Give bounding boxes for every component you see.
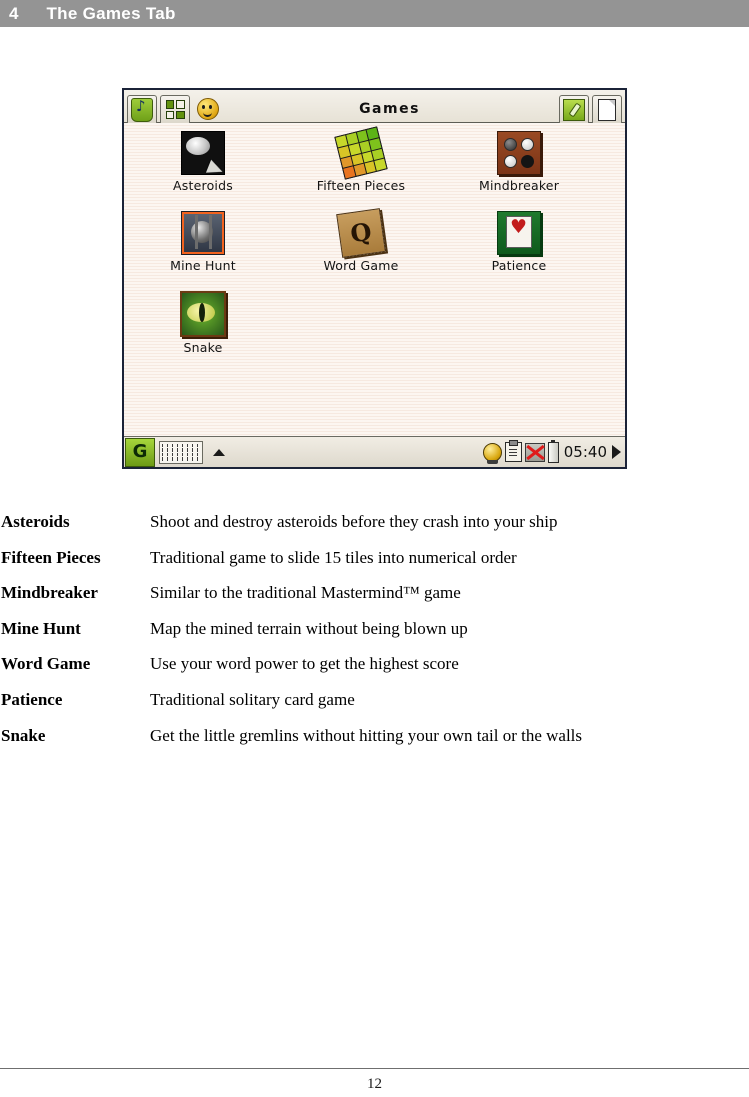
game-description: Traditional solitary card game: [150, 689, 355, 709]
list-item: Fifteen Pieces Traditional game to slide…: [0, 548, 749, 584]
right-arrow-icon[interactable]: [612, 445, 621, 459]
game-description-list: Asteroids Shoot and destroy asteroids be…: [0, 512, 749, 761]
list-item: Mindbreaker Similar to the traditional M…: [0, 583, 749, 619]
page-number: 12: [367, 1076, 382, 1092]
battery-icon[interactable]: [547, 439, 559, 463]
game-description: Get the little gremlins without hitting …: [150, 725, 583, 745]
device-toolbar: Games: [124, 90, 625, 123]
footer-divider: [0, 1068, 749, 1069]
page-title: The Games Tab: [46, 3, 176, 23]
app-item-word-game[interactable]: Q Word Game: [282, 208, 440, 291]
music-tab[interactable]: [127, 95, 157, 123]
device-screen: Games Asteroids Fifteen Pieces: [124, 90, 625, 467]
app-label: Word Game: [323, 258, 399, 273]
clipboard-icon[interactable]: [504, 440, 522, 462]
app-item-asteroids[interactable]: Asteroids: [124, 131, 282, 211]
wrench-icon: [563, 98, 585, 121]
game-description: Shoot and destroy asteroids before they …: [150, 512, 558, 531]
device-screenshot: Games Asteroids Fifteen Pieces: [122, 88, 627, 469]
new-document-button[interactable]: [592, 95, 622, 123]
chapter-number: 4: [9, 3, 19, 23]
game-name: Patience: [1, 689, 63, 709]
game-description: Map the mined terrain without being blow…: [150, 618, 468, 638]
app-row: Snake: [124, 291, 625, 371]
game-name: Mine Hunt: [1, 618, 81, 638]
toolbar-right-buttons: [556, 94, 622, 123]
list-item: Patience Traditional solitary card game: [0, 690, 749, 726]
document-icon: [598, 98, 616, 121]
start-button[interactable]: G: [125, 437, 155, 467]
patience-icon: [497, 211, 541, 255]
network-disconnected-icon[interactable]: [524, 442, 545, 462]
app-label: Fifteen Pieces: [316, 178, 406, 193]
clock[interactable]: 05:40: [564, 443, 607, 461]
game-name: Word Game: [1, 654, 91, 674]
app-item-patience[interactable]: Patience: [440, 211, 598, 291]
game-name: Asteroids: [1, 512, 70, 531]
settings-button[interactable]: [559, 95, 589, 123]
grid-puzzle-icon: [165, 100, 185, 119]
app-item-mine-hunt[interactable]: Mine Hunt: [124, 211, 282, 291]
fifteen-pieces-icon: [334, 126, 388, 180]
game-name: Mindbreaker: [1, 583, 98, 603]
keyboard-icon[interactable]: [159, 440, 203, 464]
game-description: Similar to the traditional Mastermind™ g…: [150, 583, 461, 603]
list-item: Word Game Use your word power to get the…: [0, 654, 749, 690]
word-game-tile-letter: Q: [348, 216, 374, 249]
snake-icon: [180, 291, 226, 337]
game-description: Use your word power to get the highest s…: [150, 654, 459, 674]
app-item-snake[interactable]: Snake: [124, 291, 282, 371]
system-tray: 05:40: [482, 439, 623, 464]
app-label: Snake: [183, 340, 223, 355]
game-description: Traditional game to slide 15 tiles into …: [150, 547, 517, 567]
games-tab[interactable]: [193, 95, 223, 123]
app-label: Asteroids: [173, 178, 233, 193]
list-item: Snake Get the little gremlins without hi…: [0, 726, 749, 762]
up-arrow-icon[interactable]: [213, 448, 225, 456]
music-note-icon: [131, 97, 153, 122]
app-row: Asteroids Fifteen Pieces Mindbreaker: [124, 126, 625, 211]
app-label: Patience: [491, 258, 547, 273]
app-item-mindbreaker[interactable]: Mindbreaker: [440, 131, 598, 211]
app-item-fifteen-pieces[interactable]: Fifteen Pieces: [282, 126, 440, 211]
mindbreaker-icon: [497, 131, 541, 175]
word-game-icon: Q: [336, 208, 386, 258]
smiley-face-icon: [197, 98, 219, 120]
app-grid: Asteroids Fifteen Pieces Mindbreaker Min…: [124, 123, 625, 436]
mine-hunt-icon: [181, 211, 225, 255]
game-name: Snake: [1, 725, 46, 745]
list-item: Asteroids Shoot and destroy asteroids be…: [0, 512, 749, 548]
list-item: Mine Hunt Map the mined terrain without …: [0, 619, 749, 655]
apps-tab[interactable]: [160, 95, 190, 123]
game-name: Fifteen Pieces: [1, 547, 101, 567]
start-button-label: G: [132, 441, 148, 462]
app-label: Mine Hunt: [170, 258, 236, 273]
app-row: Mine Hunt Q Word Game Patience: [124, 208, 625, 291]
page-header: 4 The Games Tab: [0, 0, 749, 27]
app-label: Mindbreaker: [478, 178, 560, 193]
device-taskbar: G 05:40: [124, 436, 625, 467]
globe-icon[interactable]: [482, 442, 502, 464]
toolbar-title: Games: [359, 101, 420, 117]
asteroids-icon: [181, 131, 225, 175]
